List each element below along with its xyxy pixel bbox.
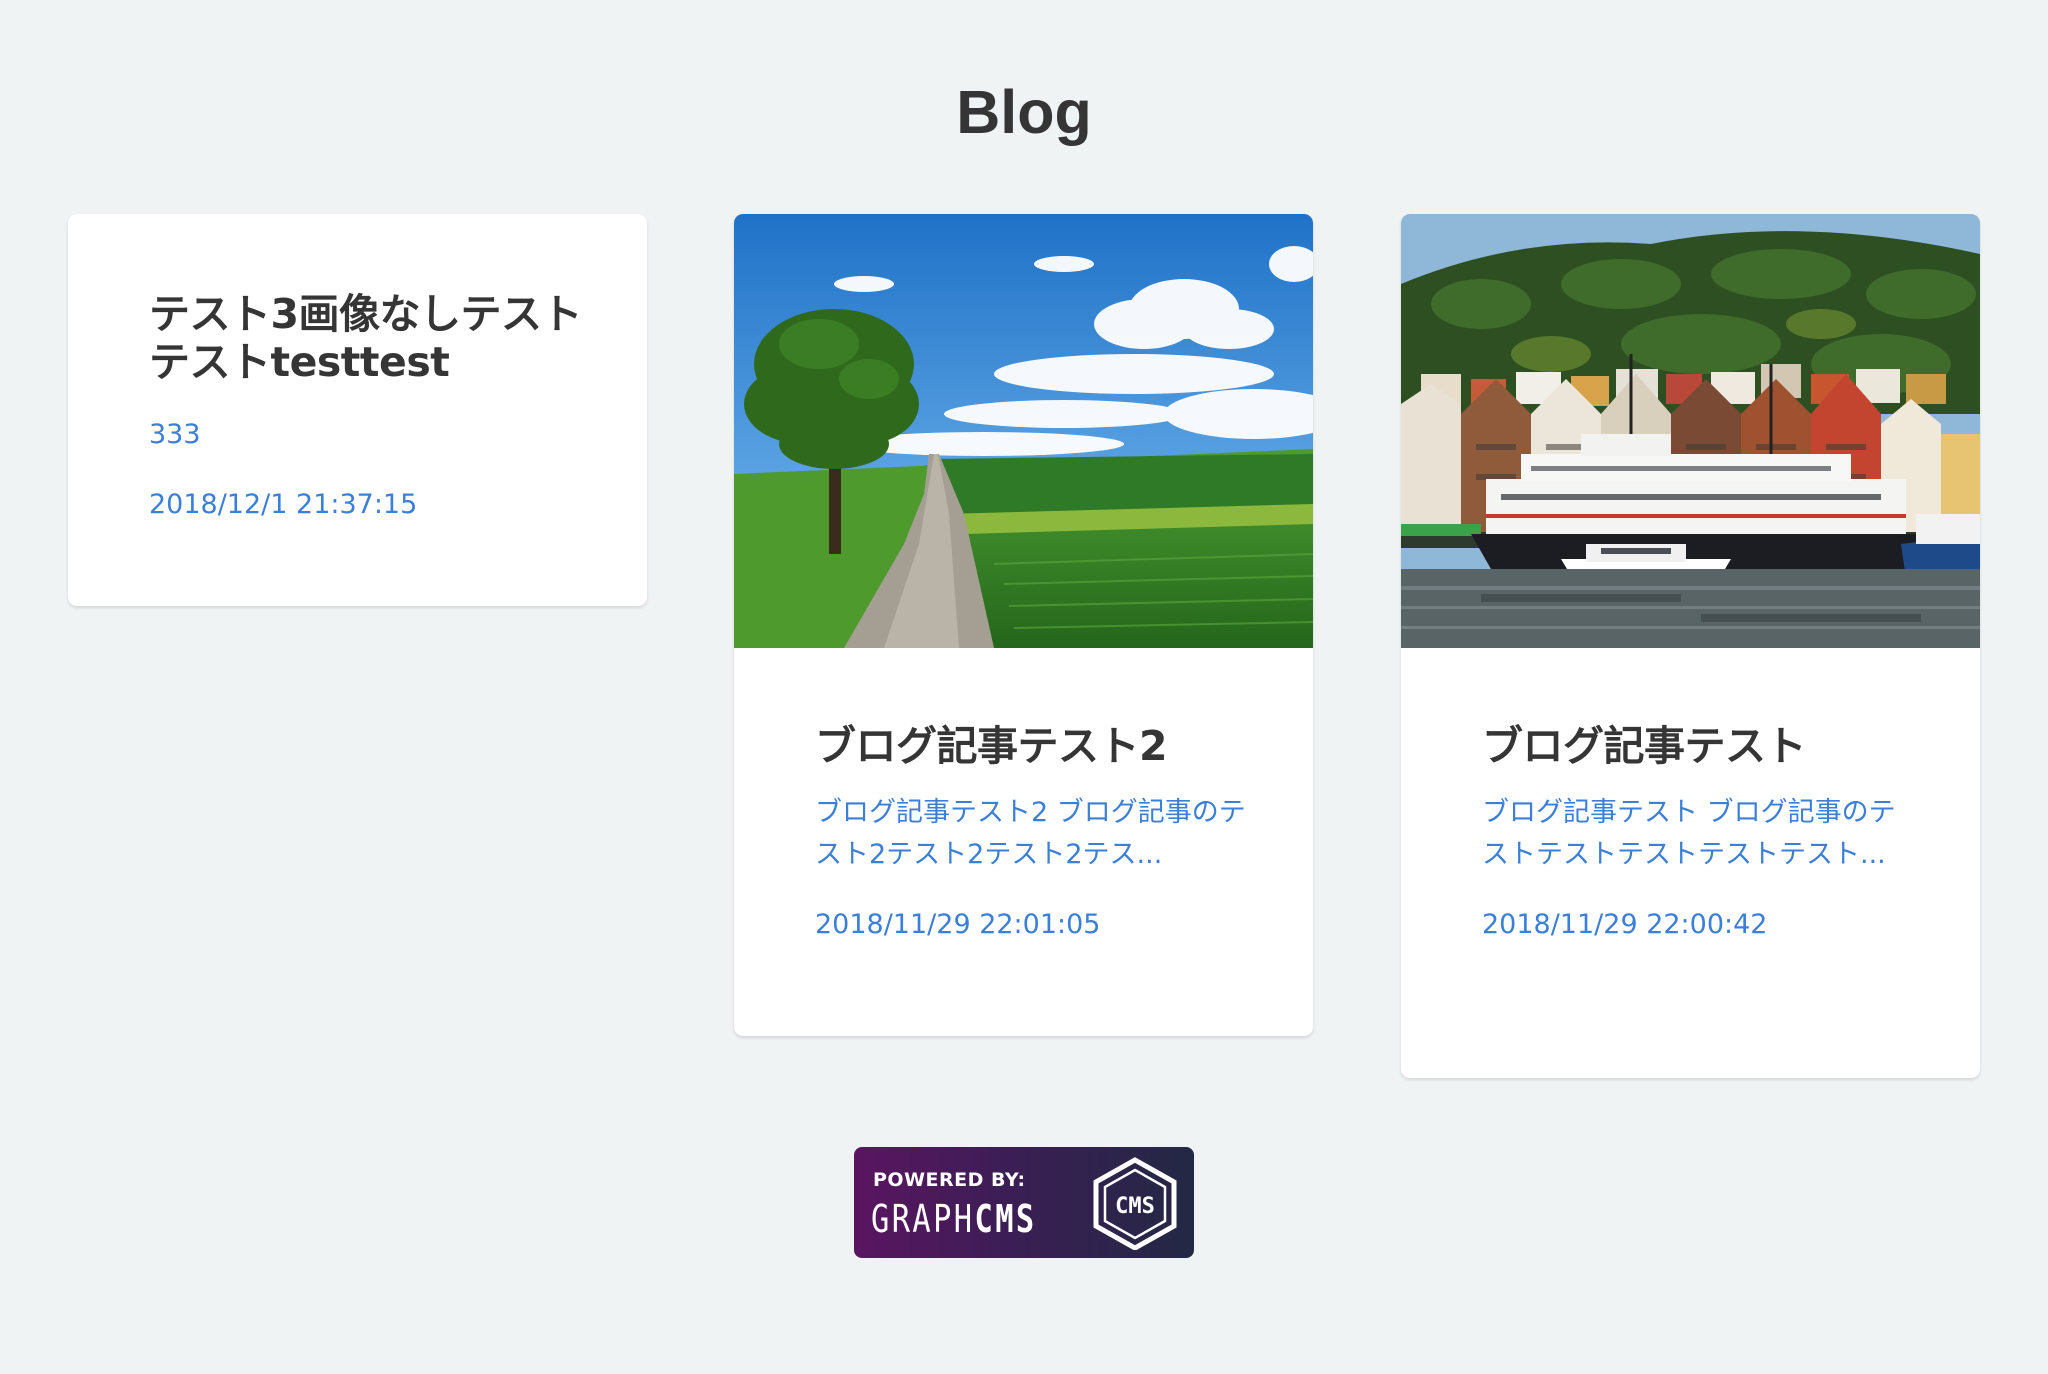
brand-name: GRAPHCMS (871, 1197, 1037, 1241)
post-title: ブログ記事テスト (1482, 722, 1807, 770)
post-date: 2018/11/29 22:00:42 (1482, 909, 1768, 940)
powered-by-label: POWERED BY: (873, 1169, 1026, 1191)
post-thumbnail[interactable] (1401, 214, 1980, 648)
post-description: ブログ記事テスト2 ブログ記事のテスト2テスト2テスト2テス... (815, 797, 1246, 870)
card-body: ブログ記事テスト2 ブログ記事テスト2 ブログ記事のテスト2テスト2テスト2テス… (815, 722, 1253, 946)
graphcms-logo-icon: CMS (1093, 1157, 1177, 1250)
post-description: 333 (149, 419, 201, 450)
brand-name-light: GRAPH (871, 1197, 975, 1241)
harbor-image (1401, 214, 1980, 648)
landscape-image (734, 214, 1313, 648)
page-title: Blog (956, 78, 1092, 146)
brand-name-bold: CMS (974, 1197, 1037, 1241)
logo-text: CMS (1115, 1194, 1155, 1219)
card-body: ブログ記事テスト ブログ記事テスト ブログ記事のテストテストテストテストテスト.… (1482, 722, 1920, 946)
post-card[interactable]: ブログ記事テスト2 ブログ記事テスト2 ブログ記事のテスト2テスト2テスト2テス… (734, 214, 1313, 1036)
post-date: 2018/11/29 22:01:05 (815, 909, 1101, 940)
post-title: ブログ記事テスト2 (815, 722, 1168, 770)
card-body: テスト3画像なしテストテストtesttest 333 2018/12/1 21:… (149, 290, 587, 526)
post-title: テスト3画像なしテストテストtesttest (149, 290, 583, 386)
post-card[interactable]: ブログ記事テスト ブログ記事テスト ブログ記事のテストテストテストテストテスト.… (1401, 214, 1980, 1078)
post-thumbnail[interactable] (734, 214, 1313, 648)
post-description: ブログ記事テスト ブログ記事のテストテストテストテストテスト... (1482, 797, 1896, 870)
post-card[interactable]: テスト3画像なしテストテストtesttest 333 2018/12/1 21:… (68, 214, 647, 606)
powered-by-graphcms-badge[interactable]: POWERED BY: GRAPHCMS CMS (854, 1147, 1194, 1258)
post-date: 2018/12/1 21:37:15 (149, 489, 418, 520)
